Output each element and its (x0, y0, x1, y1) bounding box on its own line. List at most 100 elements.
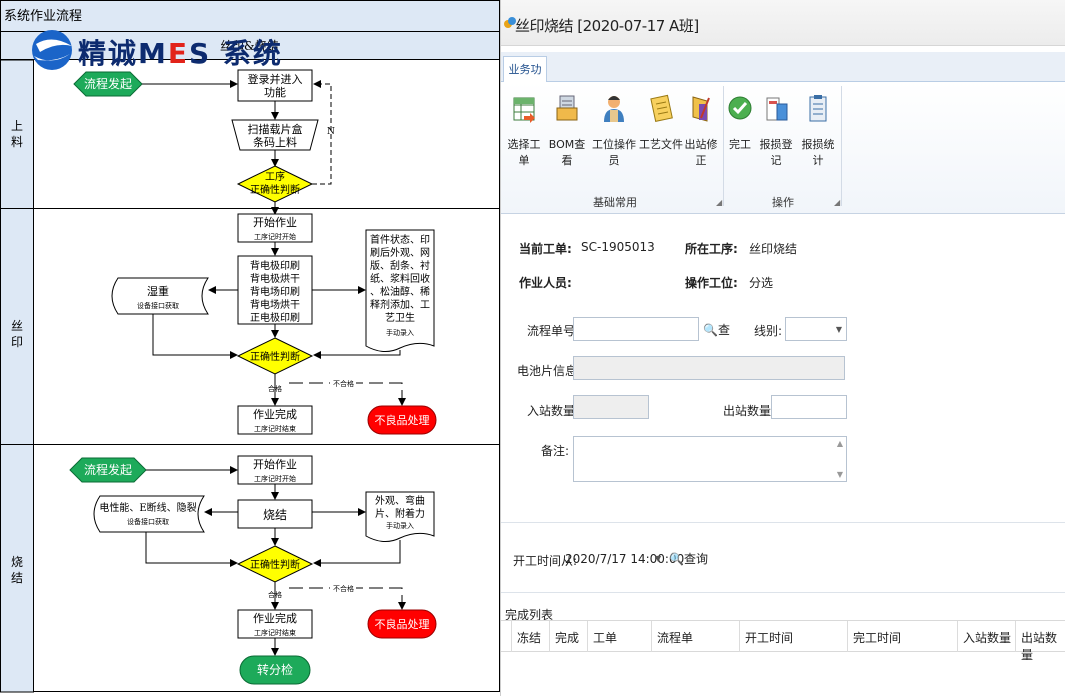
lane-label-1b: 料 (11, 135, 23, 149)
order-value: SC-1905013 (581, 240, 655, 254)
ng-2-label: 不良品处理 (375, 413, 430, 427)
complete-button[interactable]: 完工 (726, 92, 754, 152)
logo-text-a: 精诚M (78, 37, 168, 70)
done-3-label: 作业完成 (253, 611, 297, 625)
scroll-up-icon[interactable]: ▲ (837, 439, 843, 448)
scroll-down-icon[interactable]: ▼ (837, 470, 843, 479)
lane-label-1a: 上 (11, 119, 23, 133)
col-complete[interactable]: 完成 (555, 629, 579, 646)
search-icon: 🔍 (703, 323, 718, 337)
note2-l2: 刷后外观、网 (370, 247, 430, 259)
window-title: 丝印烧结 [2020-07-17 A班] (515, 17, 699, 35)
weigh-sub: 设备接口获取 (137, 301, 179, 310)
group-basic-label: 基础常用 (593, 196, 637, 209)
tab-business[interactable]: 业务功能 (503, 56, 547, 102)
process-label: 所在工序: (685, 242, 738, 256)
arrow-note3-decision (313, 540, 401, 567)
note2-l3: 版、刮条、衬 (370, 259, 430, 272)
login-line2: 功能 (264, 85, 286, 99)
step-3: 背电场印刷 (250, 285, 300, 298)
col-start-time[interactable]: 开工时间 (745, 629, 793, 646)
outbound-fix-label: 出站修正 (684, 138, 718, 167)
lane-label-3a: 烧 (11, 555, 23, 569)
flow-no-query-button[interactable]: 🔍查 (703, 321, 730, 338)
col-flow-sheet[interactable]: 流程单 (657, 629, 693, 646)
ribbon-group-separator-1 (723, 86, 724, 206)
scrap-register-label: 报损登记 (759, 138, 793, 167)
cell-info-label: 电池片信息: (517, 364, 582, 378)
col-order[interactable]: 工单 (593, 629, 617, 646)
outbound-fix-button[interactable]: 出站修正 (681, 92, 721, 168)
col-sep (739, 621, 740, 652)
arrow-weigh-decision (152, 314, 238, 359)
col-end-time[interactable]: 完工时间 (853, 629, 901, 646)
ribbon-tabs: 业务功能 (501, 52, 1065, 102)
book-pen-icon (687, 92, 715, 132)
decision-2-label: 正确性判断 (250, 350, 300, 363)
title-bar: 丝印烧结 [2020-07-17 A班] (501, 0, 1065, 46)
scrap-register-button[interactable]: 报损登记 (756, 92, 796, 168)
decision-1-line2: 正确性判断 (250, 183, 300, 196)
note2-l7: 艺卫生 (385, 311, 415, 324)
line-select[interactable]: ▼ (785, 317, 847, 341)
group-ops-label: 操作 (772, 196, 794, 209)
flowchart-panel: 系统作业流程 丝印&烧结 上 料 丝 印 烧 结 流程发起 登录并进入 功能 扫… (0, 0, 500, 696)
scrap-register-icon (762, 92, 790, 132)
filter-query-label: 查询 (683, 552, 708, 566)
col-freeze[interactable]: 冻结 (517, 629, 541, 646)
company-logo: 精诚MES 系统 (30, 26, 290, 80)
flow-no-input[interactable] (573, 317, 699, 341)
perf-sub: 设备接口获取 (127, 517, 169, 526)
note2-l1: 首件状态、印 (370, 233, 430, 246)
flow-frame (0, 0, 500, 692)
done-2-sub: 工序记时结束 (254, 424, 296, 433)
check-circle-icon (726, 92, 754, 132)
note3-l1: 外观、弯曲 (375, 494, 425, 507)
step-1: 背电极印刷 (250, 259, 300, 272)
lane-label-3b: 结 (11, 571, 23, 585)
out-qty-label: 出站数量: (723, 404, 776, 418)
process-value: 丝印烧结 (749, 242, 798, 256)
start-time-dropdown-icon[interactable]: ▼ (655, 554, 661, 563)
station-operator-button[interactable]: 工位操作员 (589, 92, 639, 168)
start-time-value[interactable]: 2020/7/17 14:00:00 (565, 552, 684, 566)
lane-label-2b: 印 (11, 335, 23, 349)
select-order-label: 选择工单 (507, 138, 541, 167)
bom-view-button[interactable]: BOM查看 (545, 92, 589, 168)
scrap-stats-button[interactable]: 报损统计 (798, 92, 838, 168)
operator-person-icon (600, 92, 628, 132)
form-separator-1 (501, 522, 1065, 523)
flow-no-query-label: 查 (717, 323, 730, 337)
col-in-qty[interactable]: 入站数量 (963, 629, 1011, 646)
in-qty-input[interactable] (573, 395, 649, 419)
process-file-button[interactable]: 工艺文件 (639, 92, 683, 152)
col-sep (587, 621, 588, 652)
flowchart-svg: 系统作业流程 丝印&烧结 上 料 丝 印 烧 结 流程发起 登录并进入 功能 扫… (0, 0, 500, 693)
ribbon-group-separator-2 (841, 86, 842, 206)
perf-label: 电性能、E断线、隐裂 (99, 501, 196, 514)
group-ops-expand-icon[interactable]: ◢ (834, 198, 840, 207)
station-label: 操作工位: (685, 276, 738, 290)
logo-text: 精诚MES 系统 (78, 32, 283, 72)
group-basic-expand-icon[interactable]: ◢ (716, 198, 722, 207)
lane-col (0, 59, 34, 693)
flow-no-label: 流程单号: (527, 324, 580, 338)
note2-sub: 手动录入 (386, 328, 414, 337)
cell-info-input[interactable] (573, 356, 845, 380)
col-sep (1015, 621, 1016, 652)
start-work-3-label: 开始作业 (253, 457, 297, 471)
n-label: N (327, 127, 335, 137)
done-list-header: 冻结 完成 工单 流程单 开工时间 完工时间 入站数量 出站数量 (501, 620, 1065, 662)
filter-query-button[interactable]: 🔍查询 (669, 550, 708, 567)
search-icon: 🔍 (669, 552, 684, 566)
col-out-qty[interactable]: 出站数量 (1021, 629, 1065, 663)
col-sep (847, 621, 848, 652)
scan-line1: 扫描载片盒 (248, 122, 303, 136)
out-qty-input[interactable] (771, 395, 847, 419)
step-2: 背电极烘干 (250, 272, 300, 285)
note2-l4: 纸、浆料回收 (370, 272, 430, 285)
remark-textarea[interactable]: ▲ ▼ (573, 436, 847, 482)
operator-label: 作业人员: (519, 276, 572, 290)
select-order-button[interactable]: 选择工单 (505, 92, 543, 168)
station-operator-label: 工位操作员 (592, 138, 636, 167)
